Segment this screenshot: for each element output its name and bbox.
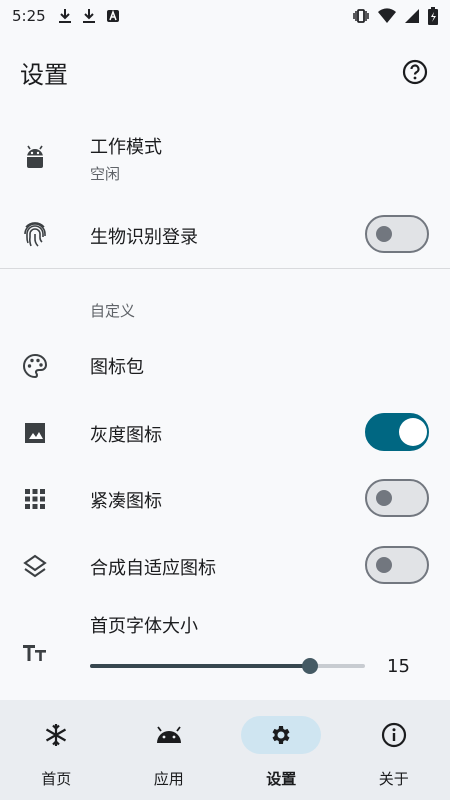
vibrate-icon [353, 9, 369, 23]
nav-settings[interactable]: 设置 [225, 700, 338, 800]
biometric-toggle[interactable] [365, 215, 429, 253]
bottom-navigation: 首页 应用 设置 关于 [0, 700, 450, 800]
divider [0, 268, 450, 269]
setting-grayscale-icons[interactable]: 灰度图标 [0, 404, 450, 462]
signal-icon [405, 9, 419, 23]
help-button[interactable] [400, 57, 430, 87]
app-bar: 设置 [0, 40, 450, 104]
nav-home[interactable]: 首页 [0, 700, 113, 800]
nav-indicator [129, 716, 209, 754]
nav-settings-label: 设置 [266, 770, 297, 788]
snowflake-icon [46, 724, 67, 746]
adaptive-label: 合成自适应图标 [90, 558, 216, 579]
gear-icon [272, 726, 290, 744]
page-title: 设置 [20, 60, 68, 89]
palette-icon [20, 351, 50, 381]
download-icon [58, 9, 71, 23]
grayscale-toggle[interactable] [365, 413, 429, 451]
nav-indicator [241, 716, 322, 754]
info-icon [381, 722, 406, 748]
nav-indicator [16, 716, 96, 754]
compact-toggle[interactable] [365, 479, 429, 517]
toggle-knob [376, 490, 392, 506]
toggle-knob [399, 418, 427, 446]
icon-pack-label: 图标包 [90, 357, 144, 378]
status-time: 5:25 [12, 7, 46, 25]
section-label-custom: 自定义 [90, 302, 136, 320]
work-mode-value: 空闲 [90, 165, 121, 183]
setting-home-font-size: 首页字体大小 [0, 606, 450, 690]
work-mode-label: 工作模式 [90, 137, 162, 158]
battery-icon [428, 7, 438, 25]
slider-thumb[interactable] [302, 658, 318, 674]
download-icon [82, 9, 95, 23]
grayscale-label: 灰度图标 [90, 425, 162, 446]
toggle-knob [376, 226, 392, 242]
font-size-label: 首页字体大小 [90, 616, 198, 637]
fingerprint-icon [20, 220, 50, 250]
font-size-value: 15 [387, 656, 410, 677]
grid-icon [20, 484, 50, 514]
toggle-knob [376, 557, 392, 573]
biometric-label: 生物识别登录 [90, 227, 198, 248]
android-icon [156, 726, 181, 743]
setting-adaptive-icons[interactable]: 合成自适应图标 [0, 537, 450, 595]
compact-label: 紧凑图标 [90, 491, 162, 512]
setting-compact-icons[interactable]: 紧凑图标 [0, 470, 450, 528]
text-size-icon [20, 638, 50, 668]
nav-about-label: 关于 [378, 770, 409, 788]
font-size-slider[interactable] [90, 658, 365, 674]
status-system-icons [352, 7, 438, 25]
layers-icon [20, 551, 50, 581]
nav-apps[interactable]: 应用 [113, 700, 226, 800]
adaptive-toggle[interactable] [365, 546, 429, 584]
nav-about[interactable]: 关于 [338, 700, 450, 800]
setting-icon-pack[interactable]: 图标包 [0, 338, 450, 394]
wifi-icon [378, 8, 396, 23]
nav-indicator [354, 716, 434, 754]
help-icon [402, 59, 428, 85]
nav-apps-label: 应用 [153, 770, 184, 788]
slider-fill [90, 664, 310, 668]
status-notification-icons [58, 8, 120, 24]
setting-work-mode[interactable]: 工作模式 空闲 [0, 125, 450, 189]
app-notification-icon [106, 9, 119, 22]
status-bar: 5:25 [0, 0, 450, 32]
grayscale-image-icon [20, 418, 50, 448]
setting-biometric-login[interactable]: 生物识别登录 [0, 206, 450, 264]
android-icon [20, 142, 50, 172]
nav-home-label: 首页 [41, 770, 72, 788]
